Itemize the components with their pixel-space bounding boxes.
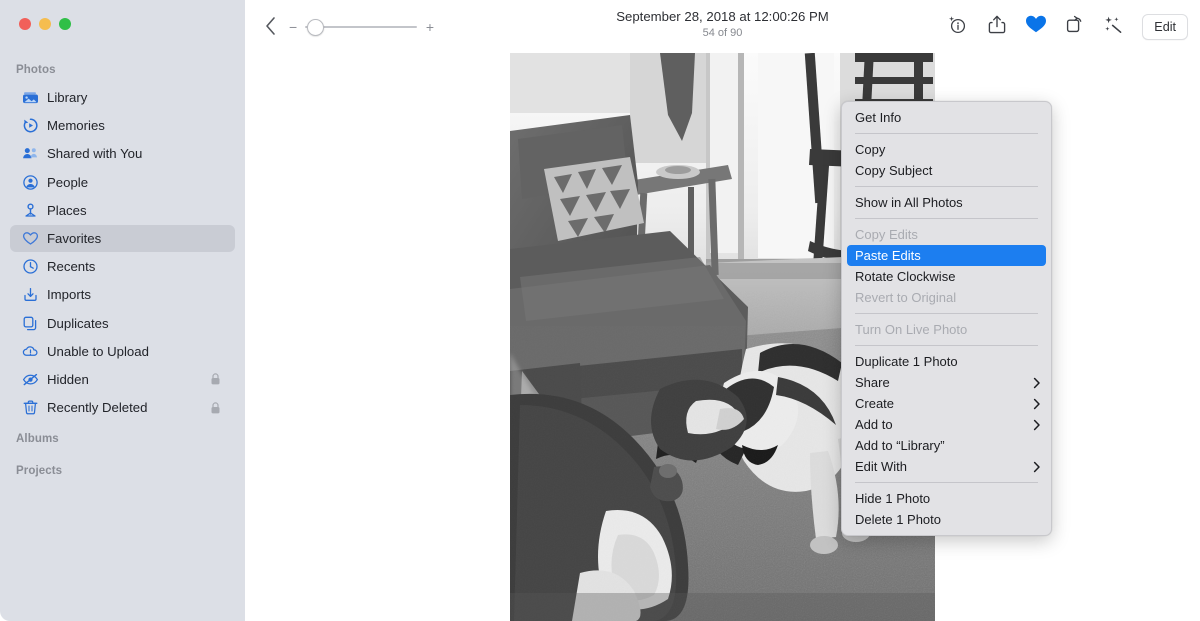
sidebar-item-shared-with-you[interactable]: Shared with You bbox=[10, 140, 235, 167]
menu-item-paste-edits[interactable]: Paste Edits bbox=[842, 245, 1051, 266]
chevron-right-icon bbox=[1033, 419, 1041, 431]
menu-separator bbox=[855, 186, 1038, 187]
people-icon bbox=[22, 174, 39, 191]
library-icon bbox=[22, 89, 39, 106]
favorite-button[interactable] bbox=[1016, 12, 1055, 42]
lock-icon bbox=[210, 401, 221, 414]
minimize-button[interactable] bbox=[39, 18, 51, 30]
clock-icon bbox=[22, 258, 39, 275]
sidebar: Photos Library Memories Shared with You … bbox=[0, 0, 245, 621]
sidebar-item-places[interactable]: Places bbox=[10, 197, 235, 224]
sidebar-section-albums: Albums bbox=[16, 433, 59, 445]
zoom-slider-thumb[interactable] bbox=[307, 19, 324, 36]
menu-item-revert-to-original: Revert to Original bbox=[855, 290, 957, 305]
menu-item-copy-edits: Copy Edits bbox=[855, 227, 918, 242]
zoom-slider[interactable]: − + bbox=[289, 18, 434, 36]
sidebar-item-duplicates[interactable]: Duplicates bbox=[10, 310, 235, 337]
sidebar-item-favorites[interactable]: Favorites bbox=[10, 224, 235, 252]
share-icon bbox=[987, 14, 1007, 40]
sidebar-item-unable-to-upload[interactable]: Unable to Upload bbox=[10, 338, 235, 365]
edit-button[interactable]: Edit bbox=[1142, 13, 1188, 40]
sidebar-item-label: Favorites bbox=[47, 230, 102, 246]
menu-item-duplicate-1-photo[interactable]: Duplicate 1 Photo bbox=[842, 351, 1051, 372]
context-menu[interactable]: Get Info Copy Copy Subject Show in All P… bbox=[841, 101, 1052, 536]
close-button[interactable] bbox=[19, 18, 31, 30]
menu-item-share[interactable]: Share bbox=[842, 372, 1051, 393]
sidebar-item-recently-deleted[interactable]: Recently Deleted bbox=[10, 394, 235, 421]
menu-item-turn-on-live-photo: Turn On Live Photo bbox=[855, 322, 968, 337]
chevron-right-icon bbox=[1033, 461, 1041, 473]
heart-icon bbox=[22, 230, 39, 247]
enhance-button[interactable] bbox=[1094, 12, 1133, 42]
sidebar-item-label: Duplicates bbox=[47, 315, 109, 331]
menu-separator bbox=[855, 482, 1038, 483]
rotate-button[interactable] bbox=[1055, 12, 1094, 42]
sidebar-nav-list: Library Memories Shared with You People … bbox=[10, 84, 235, 422]
toolbar-actions: Edit bbox=[938, 0, 1188, 53]
menu-separator bbox=[855, 345, 1038, 346]
sidebar-item-label: Imports bbox=[47, 287, 91, 303]
sidebar-item-label: Shared with You bbox=[47, 146, 143, 162]
magic-wand-icon bbox=[1103, 14, 1124, 40]
sidebar-item-recents[interactable]: Recents bbox=[10, 253, 235, 280]
sidebar-item-label: People bbox=[47, 174, 89, 190]
photos-window: Photos Library Memories Shared with You … bbox=[0, 0, 1200, 621]
sidebar-item-label: Unable to Upload bbox=[47, 343, 149, 359]
sidebar-item-label: Recents bbox=[47, 259, 96, 275]
menu-item-copy-subject[interactable]: Copy Subject bbox=[842, 160, 1051, 181]
traffic-lights bbox=[19, 18, 71, 30]
menu-item-add-to[interactable]: Add to bbox=[842, 414, 1051, 435]
sidebar-item-label: Hidden bbox=[47, 371, 89, 387]
maximize-button[interactable] bbox=[59, 18, 71, 30]
sidebar-item-label: Library bbox=[47, 90, 88, 105]
zoom-out-label[interactable]: − bbox=[289, 19, 297, 35]
menu-item-add-to-library[interactable]: Add to “Library” bbox=[842, 435, 1051, 456]
menu-separator bbox=[855, 133, 1038, 134]
places-icon bbox=[22, 202, 39, 219]
chevron-right-icon bbox=[1033, 398, 1041, 410]
sidebar-item-label: Places bbox=[47, 202, 87, 218]
eye-slash-icon bbox=[22, 371, 39, 388]
info-button[interactable] bbox=[938, 12, 977, 42]
menu-item-get-info[interactable]: Get Info bbox=[842, 107, 1051, 128]
toolbar: − + September 28, 2018 at 12:00:26 PM 54… bbox=[245, 0, 1200, 53]
chevron-right-icon bbox=[1033, 377, 1041, 389]
heart-filled-icon bbox=[1025, 14, 1047, 39]
sidebar-item-hidden[interactable]: Hidden bbox=[10, 366, 235, 393]
trash-icon bbox=[22, 399, 39, 416]
sidebar-section-photos: Photos bbox=[16, 64, 56, 76]
shared-with-you-icon bbox=[22, 145, 39, 162]
sidebar-item-library[interactable]: Library bbox=[10, 84, 235, 111]
menu-item-copy[interactable]: Copy bbox=[842, 139, 1051, 160]
sidebar-section-projects: Projects bbox=[16, 465, 63, 477]
menu-item-show-in-all-photos[interactable]: Show in All Photos bbox=[842, 192, 1051, 213]
sidebar-item-label: Memories bbox=[47, 118, 105, 134]
photo-viewer bbox=[245, 53, 1200, 621]
memories-icon bbox=[22, 117, 39, 134]
chevron-left-icon[interactable] bbox=[263, 15, 279, 37]
lock-icon bbox=[210, 373, 221, 386]
sidebar-item-label: Recently Deleted bbox=[47, 400, 148, 416]
duplicates-icon bbox=[22, 315, 39, 332]
sidebar-item-memories[interactable]: Memories bbox=[10, 112, 235, 139]
sidebar-item-people[interactable]: People bbox=[10, 169, 235, 196]
menu-item-create[interactable]: Create bbox=[842, 393, 1051, 414]
menu-item-rotate-clockwise[interactable]: Rotate Clockwise bbox=[842, 266, 1051, 287]
menu-item-delete-1-photo[interactable]: Delete 1 Photo bbox=[842, 509, 1051, 530]
menu-separator bbox=[855, 218, 1038, 219]
zoom-in-label[interactable]: + bbox=[426, 19, 434, 35]
rotate-icon bbox=[1064, 14, 1085, 40]
menu-item-edit-with[interactable]: Edit With bbox=[842, 456, 1051, 477]
sidebar-item-imports[interactable]: Imports bbox=[10, 281, 235, 308]
info-sparkle-icon bbox=[947, 14, 968, 40]
menu-item-hide-1-photo[interactable]: Hide 1 Photo bbox=[842, 488, 1051, 509]
menu-separator bbox=[855, 313, 1038, 314]
cloud-warning-icon bbox=[22, 343, 39, 360]
import-icon bbox=[22, 286, 39, 303]
share-button[interactable] bbox=[977, 12, 1016, 42]
